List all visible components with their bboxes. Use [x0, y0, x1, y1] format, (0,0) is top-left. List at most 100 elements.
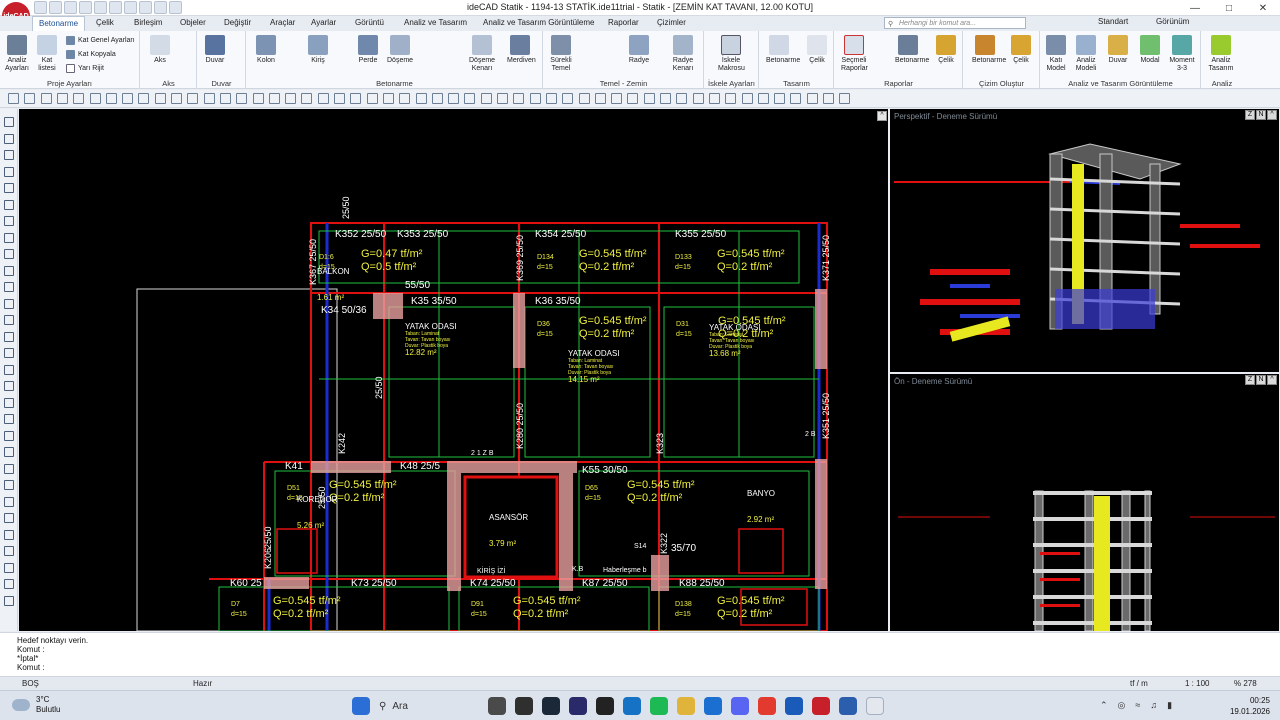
view-sync-icon[interactable]: N	[1256, 375, 1266, 385]
side-tool-icon[interactable]	[4, 331, 14, 342]
chevron-up-icon[interactable]: ⌃	[1100, 700, 1108, 711]
app-files-icon[interactable]	[488, 697, 506, 715]
draw-tool-icon[interactable]	[56, 93, 68, 104]
draw-tool-icon[interactable]	[562, 93, 574, 104]
side-tool-icon[interactable]	[4, 513, 14, 523]
kati-model-button[interactable]: Katı Model	[1043, 35, 1069, 73]
maximize-icon[interactable]: □	[1212, 0, 1246, 16]
perde-button[interactable]: Perde	[355, 35, 381, 65]
side-tool-icon[interactable]	[4, 282, 14, 292]
tab-analiz-tasarim[interactable]: Analiz ve Tasarım	[404, 18, 467, 27]
draw-tool-icon[interactable]	[431, 93, 443, 104]
side-tool-icon[interactable]	[4, 117, 14, 127]
chrome-icon[interactable]	[758, 697, 776, 715]
draw-tool-icon[interactable]	[464, 93, 476, 104]
side-tool-icon[interactable]	[4, 199, 14, 210]
draw-tool-icon[interactable]	[138, 93, 150, 104]
steam-icon[interactable]	[542, 697, 560, 715]
side-tool-icon[interactable]	[4, 447, 14, 457]
status-unit[interactable]: tf / m	[1130, 679, 1148, 688]
moment-button[interactable]: Moment 3-3	[1169, 35, 1195, 73]
iskele-makrosu-button[interactable]: İskele Makrosu	[718, 35, 745, 73]
draw-tool-icon[interactable]	[219, 93, 231, 104]
weather-widget[interactable]: 3°C Bulutlu	[12, 695, 60, 715]
side-tool-icon[interactable]	[4, 249, 14, 259]
draw-tool-icon[interactable]	[40, 93, 52, 104]
tab-objeler[interactable]: Objeler	[180, 18, 206, 27]
word-icon[interactable]	[785, 697, 803, 715]
battery-icon[interactable]: ▮	[1167, 700, 1172, 711]
discord-icon[interactable]	[731, 697, 749, 715]
duvar-gorunum-button[interactable]: Duvar	[1105, 35, 1131, 65]
side-tool-icon[interactable]	[4, 496, 14, 507]
side-tool-icon[interactable]	[4, 579, 14, 589]
tab-cizimler[interactable]: Çizimler	[657, 18, 686, 27]
kat-genel-ayarlari-button[interactable]: Kat Genel Ayarları	[66, 36, 135, 45]
tab-birlesim[interactable]: Birleşim	[134, 18, 162, 27]
side-tool-icon[interactable]	[4, 414, 14, 424]
draw-tool-icon[interactable]	[578, 93, 590, 104]
draw-tool-icon[interactable]	[823, 93, 834, 104]
explorer-icon[interactable]	[677, 697, 695, 715]
draw-tool-icon[interactable]	[415, 93, 427, 104]
tab-ayarlar[interactable]: Ayarlar	[311, 18, 336, 27]
draw-tool-icon[interactable]	[692, 93, 704, 104]
duvar-button[interactable]: Duvar	[202, 35, 228, 65]
view-expand-icon[interactable]: ^	[877, 111, 887, 121]
draw-tool-icon[interactable]	[252, 93, 264, 104]
draw-tool-icon[interactable]	[203, 93, 215, 104]
secmeli-raporlar-button[interactable]: Seçmeli Raporlar	[841, 35, 868, 73]
draw-tool-icon[interactable]	[350, 93, 362, 104]
draw-tool-icon[interactable]	[627, 93, 639, 104]
draw-tool-icon[interactable]	[676, 93, 688, 104]
side-tool-icon[interactable]	[4, 397, 14, 408]
side-tool-icon[interactable]	[4, 381, 14, 391]
status-scale[interactable]: 1 : 100	[1185, 679, 1209, 688]
side-tool-icon[interactable]	[4, 529, 14, 540]
draw-tool-icon[interactable]	[497, 93, 508, 104]
tab-betonarme[interactable]: Betonarme	[32, 16, 86, 31]
draw-tool-icon[interactable]	[73, 93, 85, 104]
side-tool-icon[interactable]	[4, 562, 14, 573]
side-tool-icon[interactable]	[4, 150, 14, 160]
side-tool-icon[interactable]	[4, 298, 14, 309]
acrobat-icon[interactable]	[812, 697, 830, 715]
draw-tool-icon[interactable]	[382, 93, 394, 104]
kiris-button[interactable]: Kiriş	[305, 35, 331, 65]
view-dropdown[interactable]: Görünüm	[1156, 17, 1189, 26]
github-icon[interactable]	[596, 697, 614, 715]
edge-icon[interactable]	[623, 697, 641, 715]
aks-button[interactable]: Aks	[147, 35, 173, 65]
tab-analiz-goruntuleme[interactable]: Analiz ve Tasarım Görüntüleme	[483, 18, 594, 27]
draw-tool-icon[interactable]	[545, 93, 557, 104]
clock[interactable]: 00:25 19.01.2026	[1230, 695, 1270, 717]
doseme-kenari-button[interactable]: Döşeme Kenarı	[469, 35, 495, 73]
side-tool-icon[interactable]	[4, 348, 14, 358]
minimize-icon[interactable]: —	[1178, 0, 1212, 16]
tab-celik[interactable]: Çelik	[96, 18, 114, 27]
analiz-tasarim-button[interactable]: Analiz Tasarım	[1208, 35, 1234, 73]
cizim-celik-button[interactable]: Çelik	[1008, 35, 1034, 65]
draw-tool-icon[interactable]	[105, 93, 117, 104]
draw-tool-icon[interactable]	[154, 93, 166, 104]
draw-tool-icon[interactable]	[774, 93, 786, 104]
microphone-icon[interactable]: ◎	[1118, 700, 1126, 711]
radye-button[interactable]: Radye	[626, 35, 652, 65]
view-maximize-icon[interactable]: ^	[1267, 110, 1277, 120]
command-search-input[interactable]: ⚲ Herhangi bir komut ara...	[884, 17, 1026, 29]
draw-tool-icon[interactable]	[366, 93, 378, 104]
side-tool-icon[interactable]	[4, 480, 14, 490]
draw-tool-icon[interactable]	[806, 93, 818, 104]
wifi-icon[interactable]: ≈	[1135, 700, 1140, 711]
draw-tool-icon[interactable]	[187, 93, 199, 104]
app-blue-icon[interactable]	[704, 697, 722, 715]
windows-start-icon[interactable]	[352, 697, 370, 715]
view-z-icon[interactable]: Z	[1245, 110, 1255, 120]
kolon-button[interactable]: Kolon	[253, 35, 279, 65]
tab-raporlar[interactable]: Raporlar	[608, 18, 639, 27]
outlook-icon[interactable]	[839, 697, 857, 715]
draw-tool-icon[interactable]	[122, 93, 134, 104]
draw-tool-icon[interactable]	[268, 93, 280, 104]
draw-tool-icon[interactable]	[660, 93, 671, 104]
draw-tool-icon[interactable]	[708, 93, 720, 104]
